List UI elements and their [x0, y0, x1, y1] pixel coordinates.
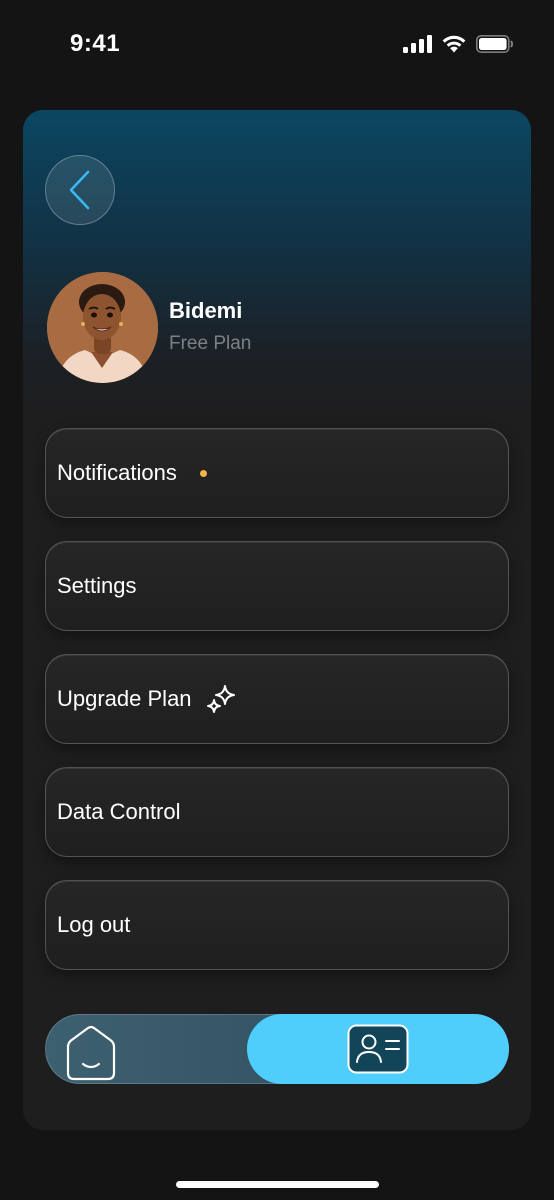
notification-dot-icon — [199, 469, 207, 477]
battery-icon — [476, 34, 514, 53]
home-icon — [66, 1025, 116, 1081]
back-button[interactable] — [45, 155, 115, 225]
profile-screen: 9:41 Bidemi Free Plan Notifications Sett… — [0, 0, 554, 1200]
tab-home[interactable] — [64, 1025, 118, 1081]
menu-item-log-out[interactable]: Log out — [45, 880, 509, 970]
bottom-tab-bar — [45, 1014, 509, 1084]
avatar-illustration — [47, 272, 158, 383]
profile-card-icon — [347, 1024, 409, 1074]
menu-item-label: Notifications — [57, 460, 177, 485]
status-icons — [403, 34, 514, 53]
home-indicator[interactable] — [176, 1181, 379, 1188]
status-time: 9:41 — [70, 30, 121, 57]
menu-item-upgrade-plan[interactable]: Upgrade Plan — [45, 654, 509, 744]
wifi-icon — [442, 35, 466, 53]
menu-item-label: Data Control — [57, 799, 181, 824]
menu-item-settings[interactable]: Settings — [45, 541, 509, 631]
tab-profile[interactable] — [247, 1014, 509, 1084]
menu-item-label: Settings — [57, 573, 137, 598]
profile-name: Bidemi — [169, 298, 243, 323]
chevron-left-icon — [69, 170, 90, 210]
menu-item-notifications[interactable]: Notifications — [45, 428, 509, 518]
sparkle-icon — [206, 683, 238, 715]
profile-plan: Free Plan — [169, 333, 252, 354]
profile-card: Bidemi Free Plan Notifications Settings … — [23, 110, 531, 1130]
cellular-signal-icon — [403, 34, 432, 53]
menu-item-label: Upgrade Plan — [57, 686, 192, 711]
menu-item-data-control[interactable]: Data Control — [45, 767, 509, 857]
menu-item-label: Log out — [57, 912, 131, 937]
avatar[interactable] — [47, 272, 158, 383]
